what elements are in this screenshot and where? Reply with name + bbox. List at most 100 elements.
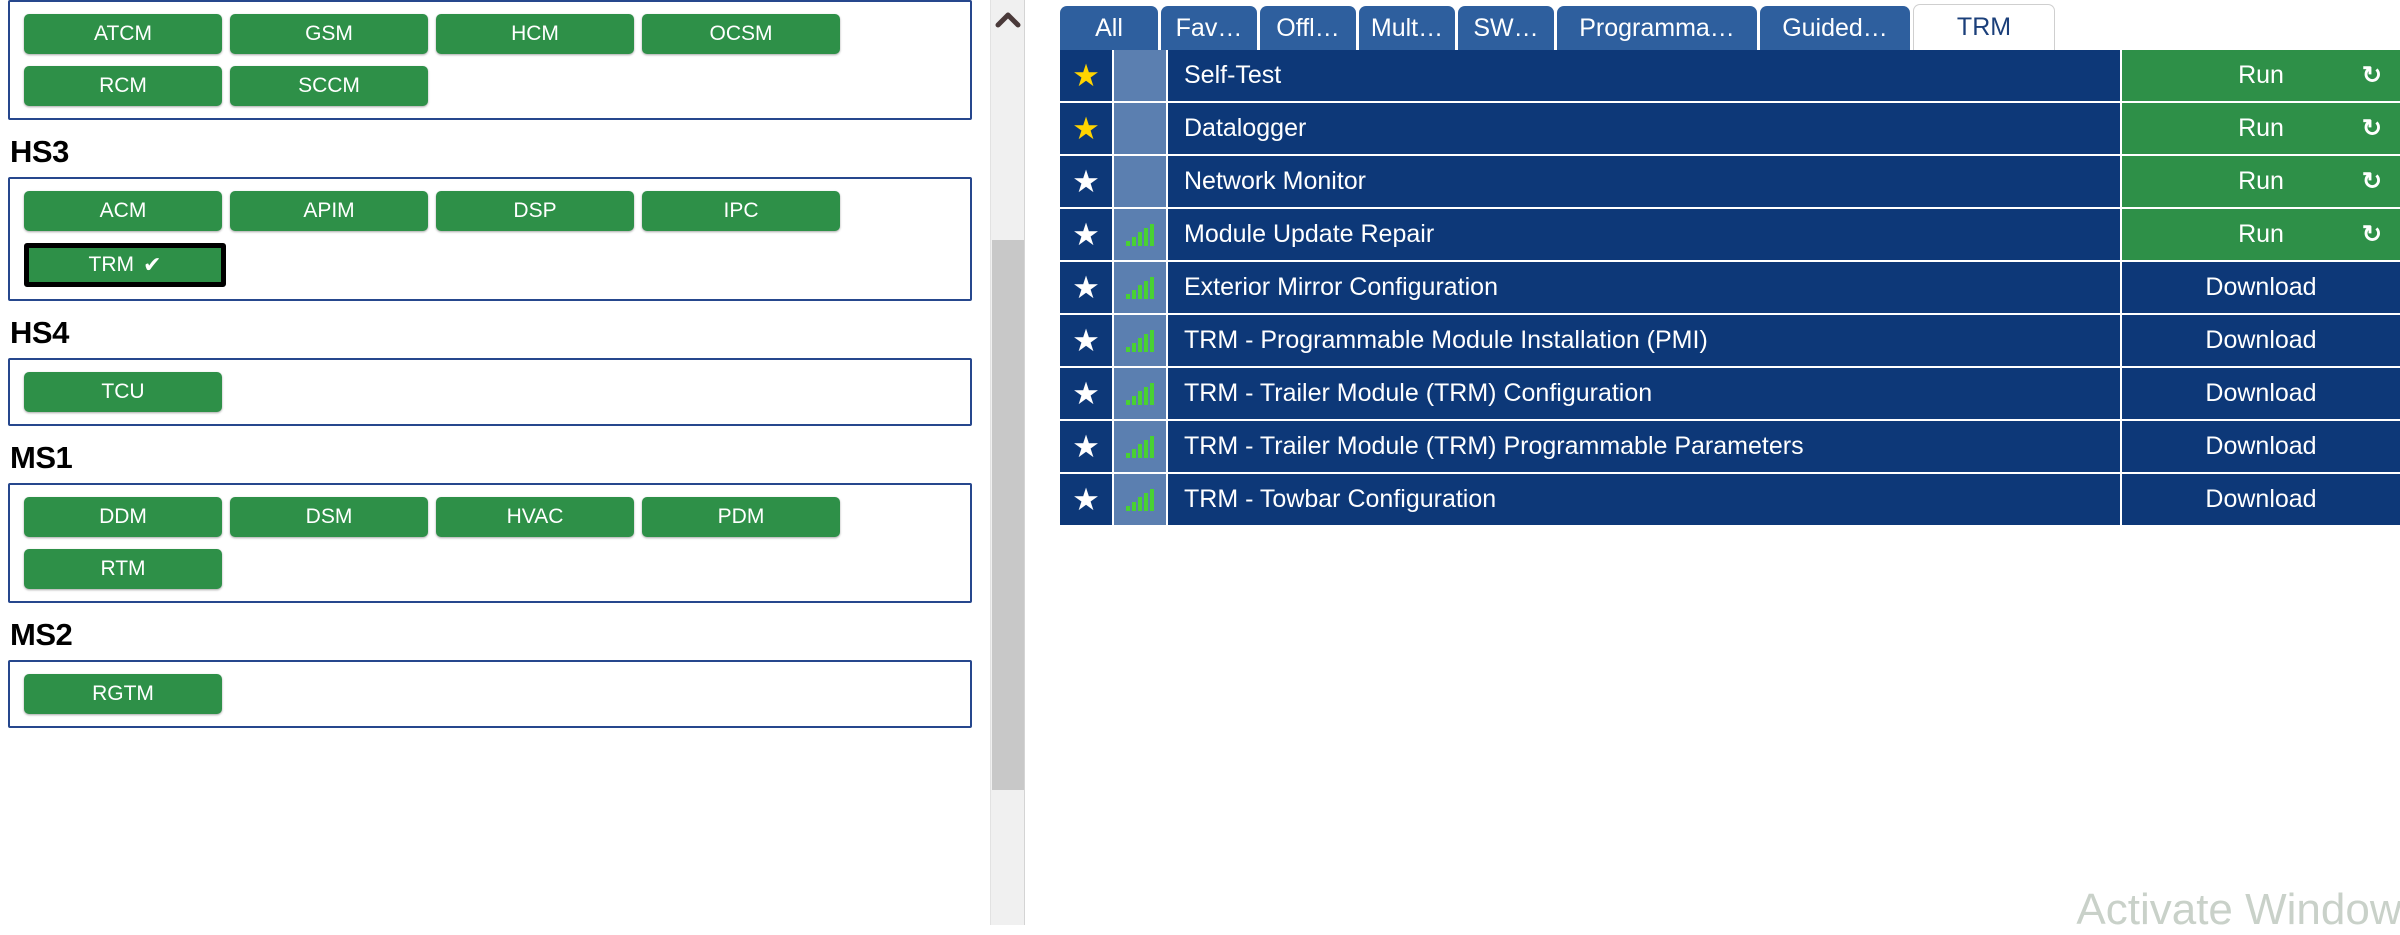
star-outline-icon[interactable]: ★ [1060,315,1112,366]
star-outline-icon[interactable]: ★ [1060,209,1112,260]
run-button[interactable]: Run ↻ [2122,156,2400,207]
tab-programma[interactable]: Programma… [1557,6,1757,50]
module-group-box: ATCM GSM HCM OCSM RCM SCCM [8,0,972,120]
star-outline-icon[interactable]: ★ [1060,262,1112,313]
refresh-icon[interactable]: ↻ [2362,169,2382,194]
module-button-label: RCM [99,74,147,97]
refresh-icon[interactable]: ↻ [2362,116,2382,141]
tab-guided[interactable]: Guided… [1760,6,1910,50]
run-button[interactable]: Run ↻ [2122,50,2400,101]
table-row[interactable]: ★ Module Update Repair Run ↻ [1060,209,2400,260]
module-button-ddm[interactable]: DDM [24,497,222,537]
module-button-rcm[interactable]: RCM [24,66,222,106]
table-row[interactable]: ★ TRM - Trailer Module (TRM) Configuratio… [1060,368,2400,419]
action-label: Download [2205,273,2317,301]
task-table: ★ Self-Test Run ↻ ★ Datalogger Run ↻ ★ Network Mo… [1060,50,2400,527]
scrollbar-thumb[interactable] [992,240,1024,790]
task-name[interactable]: TRM - Towbar Configuration [1168,474,2120,525]
tab-trm[interactable]: TRM [1913,4,2055,50]
tab-sw[interactable]: SW… [1458,6,1554,50]
task-name[interactable]: Self-Test [1168,50,2120,101]
tab-label: All [1095,13,1123,42]
module-button-dsp[interactable]: DSP [436,191,634,231]
task-name[interactable]: TRM - Programmable Module Installation (… [1168,315,2120,366]
module-button-tcu[interactable]: TCU [24,372,222,412]
tab-fav[interactable]: Fav… [1161,6,1257,50]
action-label: Run [2238,167,2284,195]
tab-all[interactable]: All [1060,6,1158,50]
task-name[interactable]: Module Update Repair [1168,209,2120,260]
panel-divider [1024,0,1025,925]
action-label: Run [2238,114,2284,142]
table-row[interactable]: ★ Exterior Mirror Configuration Download [1060,262,2400,313]
refresh-icon[interactable]: ↻ [2362,63,2382,88]
module-button-label: DSM [305,505,353,528]
signal-bars-glyph [1126,382,1154,405]
tab-offl[interactable]: Offl… [1260,6,1356,50]
module-button-label: GSM [305,22,353,45]
module-button-atcm[interactable]: ATCM [24,14,222,54]
table-row[interactable]: ★ TRM - Towbar Configuration Download [1060,474,2400,525]
module-group: HS3 ACM APIM DSP IPC TRM ✔ [0,136,990,301]
star-outline-icon[interactable]: ★ [1060,156,1112,207]
download-button[interactable]: Download [2122,315,2400,366]
star-outline-icon[interactable]: ★ [1060,474,1112,525]
module-button-row: RGTM [24,674,960,714]
download-button[interactable]: Download [2122,421,2400,472]
table-row[interactable]: ★ Network Monitor Run ↻ [1060,156,2400,207]
module-button-label: TCU [101,380,145,403]
module-button-ipc[interactable]: IPC [642,191,840,231]
run-button[interactable]: Run ↻ [2122,209,2400,260]
run-button[interactable]: Run ↻ [2122,103,2400,154]
signal-bars-icon [1114,474,1166,525]
module-button-label: DSP [513,199,557,222]
left-panel-scrollbar[interactable] [990,0,1024,925]
module-button-ocsm[interactable]: OCSM [642,14,840,54]
signal-bars-icon [1114,315,1166,366]
download-button[interactable]: Download [2122,368,2400,419]
task-name[interactable]: Datalogger [1168,103,2120,154]
task-name[interactable]: Exterior Mirror Configuration [1168,262,2120,313]
table-row[interactable]: ★ Self-Test Run ↻ [1060,50,2400,101]
module-button-hvac[interactable]: HVAC [436,497,634,537]
module-button-rtm[interactable]: RTM [24,549,222,589]
module-button-trm[interactable]: TRM ✔ [24,243,226,287]
tab-mult[interactable]: Mult… [1359,6,1455,50]
module-button-sccm[interactable]: SCCM [230,66,428,106]
chevron-up-icon[interactable] [991,0,1025,40]
download-button[interactable]: Download [2122,474,2400,525]
module-button-label: PDM [717,505,765,528]
signal-bars-glyph [1126,435,1154,458]
download-button[interactable]: Download [2122,262,2400,313]
signal-bars-icon [1114,209,1166,260]
module-group-heading: HS4 [10,315,69,350]
star-outline-icon[interactable]: ★ [1060,421,1112,472]
table-row[interactable]: ★ Datalogger Run ↻ [1060,103,2400,154]
module-button-row: DDM DSM HVAC PDM RTM [24,497,960,589]
star-filled-icon[interactable]: ★ [1060,103,1112,154]
module-group-heading: MS2 [10,617,73,652]
task-name[interactable]: TRM - Trailer Module (TRM) Programmable … [1168,421,2120,472]
star-filled-icon[interactable]: ★ [1060,50,1112,101]
table-row[interactable]: ★ TRM - Trailer Module (TRM) Programmable… [1060,421,2400,472]
module-group-box: ACM APIM DSP IPC TRM ✔ [8,177,972,301]
module-button-gsm[interactable]: GSM [230,14,428,54]
module-button-acm[interactable]: ACM [24,191,222,231]
tab-label: TRM [1956,13,2012,41]
table-row[interactable]: ★ TRM - Programmable Module Installation … [1060,315,2400,366]
star-outline-icon[interactable]: ★ [1060,368,1112,419]
module-button-rgtm[interactable]: RGTM [24,674,222,714]
tab-label: Mult… [1370,13,1444,42]
module-button-hcm[interactable]: HCM [436,14,634,54]
refresh-icon[interactable]: ↻ [2362,222,2382,247]
task-panel: All Fav… Offl… Mult… SW… Programma… Guided… TRM… [1060,0,2400,925]
module-button-row: ATCM GSM HCM OCSM RCM SCCM [24,14,960,106]
task-name[interactable]: Network Monitor [1168,156,2120,207]
module-button-apim[interactable]: APIM [230,191,428,231]
module-button-pdm[interactable]: PDM [642,497,840,537]
star-glyph: ★ [1072,270,1100,305]
module-button-label: HCM [511,22,559,45]
task-name[interactable]: TRM - Trailer Module (TRM) Configuration [1168,368,2120,419]
module-button-dsm[interactable]: DSM [230,497,428,537]
module-button-label: OCSM [709,22,773,45]
